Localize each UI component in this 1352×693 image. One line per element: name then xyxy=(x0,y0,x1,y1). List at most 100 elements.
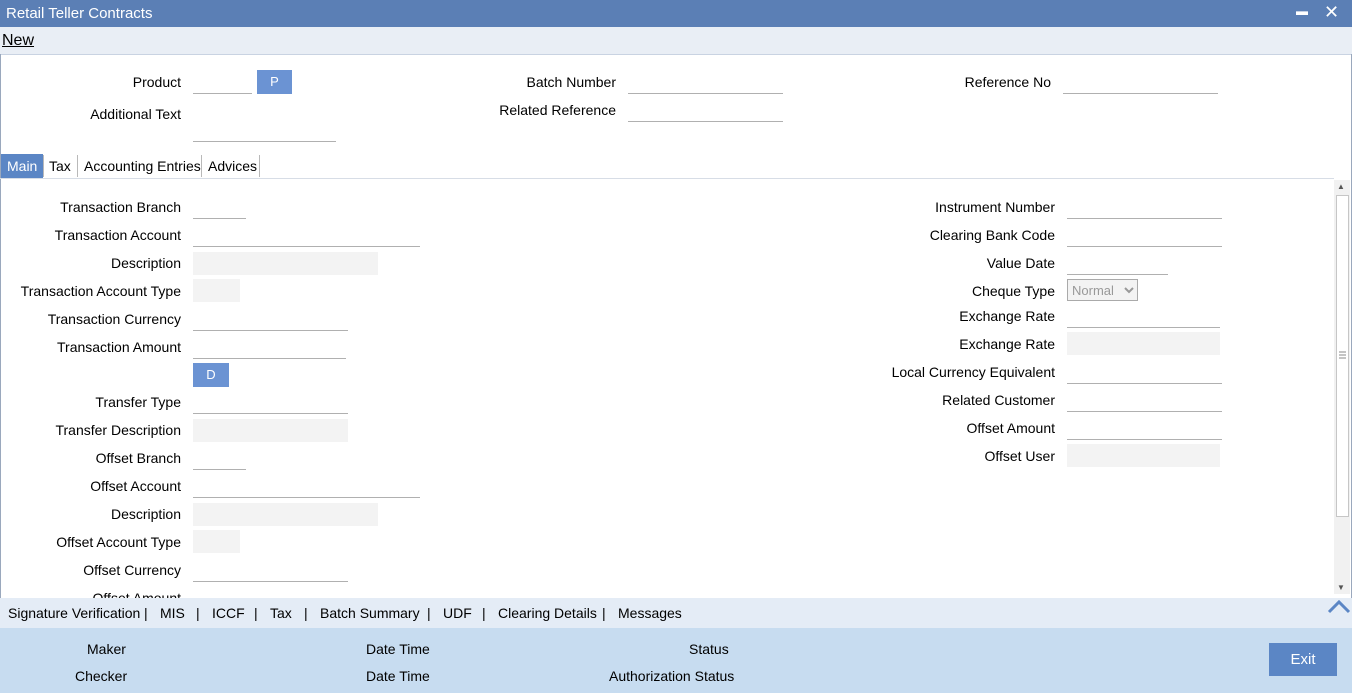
transaction-account-type-field xyxy=(193,279,240,302)
link-separator: | xyxy=(144,605,148,621)
link-separator: | xyxy=(304,605,308,621)
iccf-link[interactable]: ICCF xyxy=(212,605,245,621)
exchange-rate-input[interactable] xyxy=(1067,305,1220,328)
link-separator: | xyxy=(482,605,486,621)
related-reference-input[interactable] xyxy=(628,99,783,122)
scroll-up-icon[interactable]: ▲ xyxy=(1337,182,1345,191)
link-separator: | xyxy=(196,605,200,621)
reference-no-label: Reference No xyxy=(964,74,1051,90)
offset-currency-input[interactable] xyxy=(193,559,348,582)
batch-number-input[interactable] xyxy=(628,71,783,94)
offset-branch-label: Offset Branch xyxy=(95,450,181,466)
local-currency-equivalent-label: Local Currency Equivalent xyxy=(891,364,1055,380)
checker-label: Checker xyxy=(75,668,128,684)
offset-account-input[interactable] xyxy=(193,475,420,498)
offset-account-type-label: Offset Account Type xyxy=(56,534,181,550)
transaction-currency-label: Transaction Currency xyxy=(47,311,181,327)
transfer-description-field xyxy=(193,419,348,442)
clearing-details-link[interactable]: Clearing Details xyxy=(498,605,597,621)
description-label: Description xyxy=(110,255,181,271)
transaction-branch-label: Transaction Branch xyxy=(60,199,181,215)
exchange-rate-2-field xyxy=(1067,332,1220,355)
authorization-status-label: Authorization Status xyxy=(609,668,735,684)
local-currency-equivalent-input[interactable] xyxy=(1067,361,1222,384)
offset-branch-input[interactable] xyxy=(193,447,246,470)
tab-main[interactable]: Main xyxy=(1,154,44,178)
transaction-account-input[interactable] xyxy=(193,224,420,247)
grip-icon xyxy=(1339,351,1346,359)
messages-link[interactable]: Messages xyxy=(618,605,682,621)
transaction-amount-input[interactable] xyxy=(193,336,346,359)
maker-label: Maker xyxy=(87,641,126,657)
denomination-button[interactable]: D xyxy=(193,363,229,387)
related-reference-label: Related Reference xyxy=(499,102,616,118)
tab-tax[interactable]: Tax xyxy=(43,154,77,178)
scrollbar-thumb[interactable] xyxy=(1336,195,1349,517)
instrument-number-label: Instrument Number xyxy=(935,199,1055,215)
transfer-description-label: Transfer Description xyxy=(55,422,181,438)
cheque-type-select[interactable]: Normal xyxy=(1067,279,1138,301)
mis-link[interactable]: MIS xyxy=(160,605,185,621)
audit-footer: Maker Checker Date Time Date Time Status… xyxy=(0,628,1352,693)
signature-verification-link[interactable]: Signature Verification xyxy=(8,605,140,621)
reference-no-input[interactable] xyxy=(1063,71,1218,94)
offset-description-field xyxy=(193,503,378,526)
additional-text-label: Additional Text xyxy=(90,106,181,122)
product-lov-button[interactable]: P xyxy=(257,70,292,94)
sub-screen-link-bar: Signature Verification | MIS | ICCF | Ta… xyxy=(0,598,1352,628)
clearing-bank-code-label: Clearing Bank Code xyxy=(929,227,1055,243)
value-date-input[interactable] xyxy=(1067,252,1168,275)
batch-number-label: Batch Number xyxy=(526,74,616,90)
offset-amount-label: Offset Amount xyxy=(966,420,1055,436)
link-separator: | xyxy=(602,605,606,621)
vertical-scrollbar[interactable]: ▲ ▼ xyxy=(1334,180,1350,594)
additional-text-input[interactable] xyxy=(193,119,336,142)
menu-bar: New xyxy=(0,27,1352,55)
related-customer-input[interactable] xyxy=(1067,389,1222,412)
tab-accounting-entries[interactable]: Accounting Entries xyxy=(78,154,207,178)
product-label: Product xyxy=(132,74,181,90)
new-link[interactable]: New xyxy=(2,32,34,50)
maker-date-time-label: Date Time xyxy=(366,641,430,657)
description-field xyxy=(193,252,378,275)
offset-account-type-field xyxy=(193,530,240,553)
udf-link[interactable]: UDF xyxy=(443,605,472,621)
transfer-type-input[interactable] xyxy=(193,391,348,414)
transaction-currency-input[interactable] xyxy=(193,308,348,331)
value-date-label: Value Date xyxy=(986,255,1055,271)
offset-account-label: Offset Account xyxy=(90,478,181,494)
tab-separator xyxy=(259,155,260,177)
link-separator: | xyxy=(254,605,258,621)
tax-link[interactable]: Tax xyxy=(270,605,292,621)
offset-amount-label-partial: Offset Amount xyxy=(92,590,181,598)
link-separator: | xyxy=(427,605,431,621)
close-icon[interactable]: ✕ xyxy=(1324,2,1339,23)
window-title: Retail Teller Contracts xyxy=(6,5,153,22)
transaction-branch-input[interactable] xyxy=(193,196,246,219)
clearing-bank-code-input[interactable] xyxy=(1067,224,1222,247)
exit-button[interactable]: Exit xyxy=(1269,643,1337,676)
status-label: Status xyxy=(689,641,729,657)
product-input[interactable] xyxy=(193,71,252,94)
offset-user-field xyxy=(1067,444,1220,467)
related-customer-label: Related Customer xyxy=(942,392,1055,408)
transaction-account-label: Transaction Account xyxy=(54,227,181,243)
cheque-type-label: Cheque Type xyxy=(971,283,1055,299)
exchange-rate-2-label: Exchange Rate xyxy=(959,336,1055,352)
chevron-up-icon[interactable] xyxy=(1327,599,1351,615)
window-title-bar: Retail Teller Contracts ▬ ✕ xyxy=(0,0,1352,27)
instrument-number-input[interactable] xyxy=(1067,196,1222,219)
offset-amount-input[interactable] xyxy=(1067,417,1222,440)
transaction-account-type-label: Transaction Account Type xyxy=(20,283,181,299)
tab-advices[interactable]: Advices xyxy=(202,154,263,178)
batch-summary-link[interactable]: Batch Summary xyxy=(320,605,420,621)
transaction-amount-label: Transaction Amount xyxy=(57,339,181,355)
tab-divider xyxy=(0,178,1334,179)
main-tab-panel: Transaction Branch Transaction Account D… xyxy=(0,180,1334,598)
exchange-rate-label: Exchange Rate xyxy=(959,308,1055,324)
offset-currency-label: Offset Currency xyxy=(83,562,181,578)
minimize-icon[interactable]: ▬ xyxy=(1296,4,1308,18)
transfer-type-label: Transfer Type xyxy=(95,394,181,410)
offset-description-label: Description xyxy=(110,506,181,522)
scroll-down-icon[interactable]: ▼ xyxy=(1337,583,1345,592)
